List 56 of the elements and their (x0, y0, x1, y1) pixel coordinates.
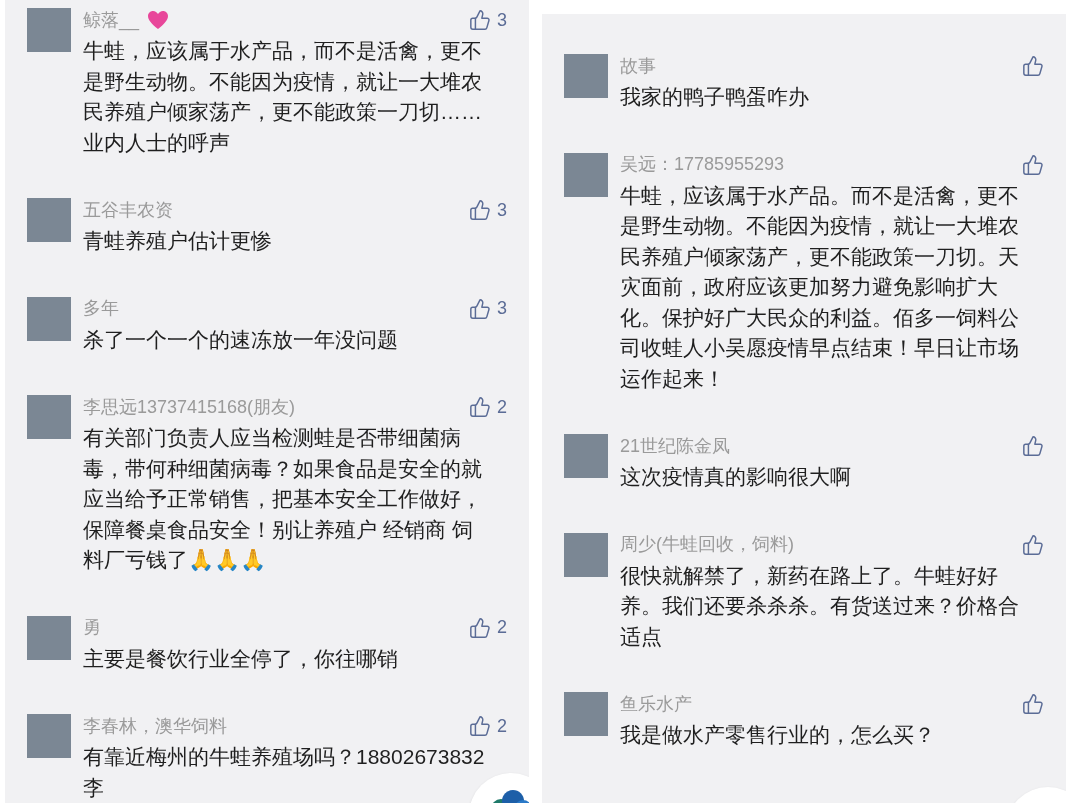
avatar-photo-placeholder (27, 615, 71, 660)
like-button[interactable]: 3 (469, 196, 507, 224)
comment-text: 我是做水产零售行业的，怎么买？ (620, 722, 936, 748)
commenter-name: 李春林，澳华饲料 (83, 714, 227, 738)
like-button[interactable]: 2 (469, 393, 507, 421)
like-button[interactable]: 3 (469, 295, 507, 322)
avatar-photo-placeholder (27, 8, 71, 52)
like-button[interactable] (1022, 153, 1044, 176)
commenter-name: 勇 (83, 616, 101, 639)
avatar-photo-placeholder (27, 296, 71, 341)
thumbs-up-icon (469, 396, 491, 418)
commenter-name: 五谷丰农资 (83, 198, 173, 222)
comment-text: 杀了一个一个的速冻放一年没问题 (83, 326, 399, 353)
thumbs-up-icon (469, 715, 491, 737)
commenter-name: 多年 (83, 297, 119, 320)
comment-text: 主要是餐饮行业全停了，你往哪销 (83, 645, 399, 672)
thumbs-up-icon (469, 297, 491, 320)
commenter-name: 鱼乐水产 (620, 692, 692, 716)
like-button[interactable] (1022, 693, 1044, 715)
thumbs-up-icon (469, 199, 491, 221)
comment-text: 青蛙养殖户估计更惨 (83, 228, 273, 254)
like-button[interactable] (1022, 435, 1044, 457)
avatar-photo-placeholder (564, 692, 608, 736)
like-button[interactable]: 2 (469, 712, 507, 740)
commenter-name: 吴远：17785955293 (620, 153, 785, 176)
commenter-name: 故事 (620, 54, 656, 78)
comment-text: 牛蛙，应该属于水产品。而不是活禽，更不是野生动物。不能因为疫情，就让一大堆农民养殖户倾家荡产，更不能政策一刀切。天灾面前，政府应该更加努力避免影响扩大化。保护好广大民众的利益。佰多一饲料公司收蛙人小吴愿疫情早点结束！早日让市场运作起来！ (620, 182, 1020, 392)
like-button[interactable]: 3 (469, 6, 507, 34)
comment-text: 有关部门负责人应当检测蛙是否带细菌病毒，带何种细菌病毒？如果食品是安全的就应当给予正常销售，把基本安全工作做好，保障餐桌食品安全！别让养殖户 经销商 饲料厂亏钱了🙏🙏🙏 (83, 425, 483, 573)
thumbs-up-icon (1022, 693, 1044, 715)
comment-text: 我家的鸭子鸭蛋咋办 (620, 84, 810, 110)
like-button[interactable] (1022, 55, 1044, 77)
avatar-photo-placeholder (564, 54, 608, 98)
thumbs-up-icon (1022, 435, 1044, 457)
avatar-photo-placeholder (564, 434, 608, 478)
thumbs-up-icon (469, 616, 491, 639)
avatar-photo-placeholder (27, 198, 71, 242)
commenter-name: 周少(牛蛙回收，饲料) (620, 533, 794, 556)
commenter-name: 李思远13737415168(朋友) (83, 395, 296, 419)
like-button[interactable]: 2 (469, 614, 507, 641)
heart-icon (147, 10, 170, 30)
commenter-name: 21世纪陈金凤 (620, 434, 731, 458)
thumbs-up-icon (1022, 153, 1044, 176)
thumbs-up-icon (1022, 533, 1044, 556)
avatar-photo-placeholder (564, 532, 608, 577)
comment-text: 有靠近梅州的牛蛙养殖场吗？18802673832 李 (83, 744, 486, 801)
thumbs-up-icon (1022, 55, 1044, 77)
thumbs-up-icon (469, 9, 491, 31)
like-button[interactable] (1022, 533, 1044, 556)
comment-text: 很快就解禁了，新药在路上了。牛蛙好好养。我们还要杀杀杀。有货送过来？价格合适点 (620, 562, 1020, 650)
avatar-photo-placeholder (564, 152, 608, 197)
commenter-name: 鲸落__ (83, 8, 140, 33)
avatar-photo-placeholder (27, 714, 71, 758)
avatar-photo-placeholder (27, 395, 71, 439)
comment-text: 牛蛙，应该属于水产品，而不是活禽，更不是野生动物。不能因为疫情，就让一大堆农民养殖户倾家荡产，更不能政策一刀切……业内人士的呼声 (83, 38, 483, 156)
comment-text: 这次疫情真的影响很大啊 (620, 464, 852, 490)
